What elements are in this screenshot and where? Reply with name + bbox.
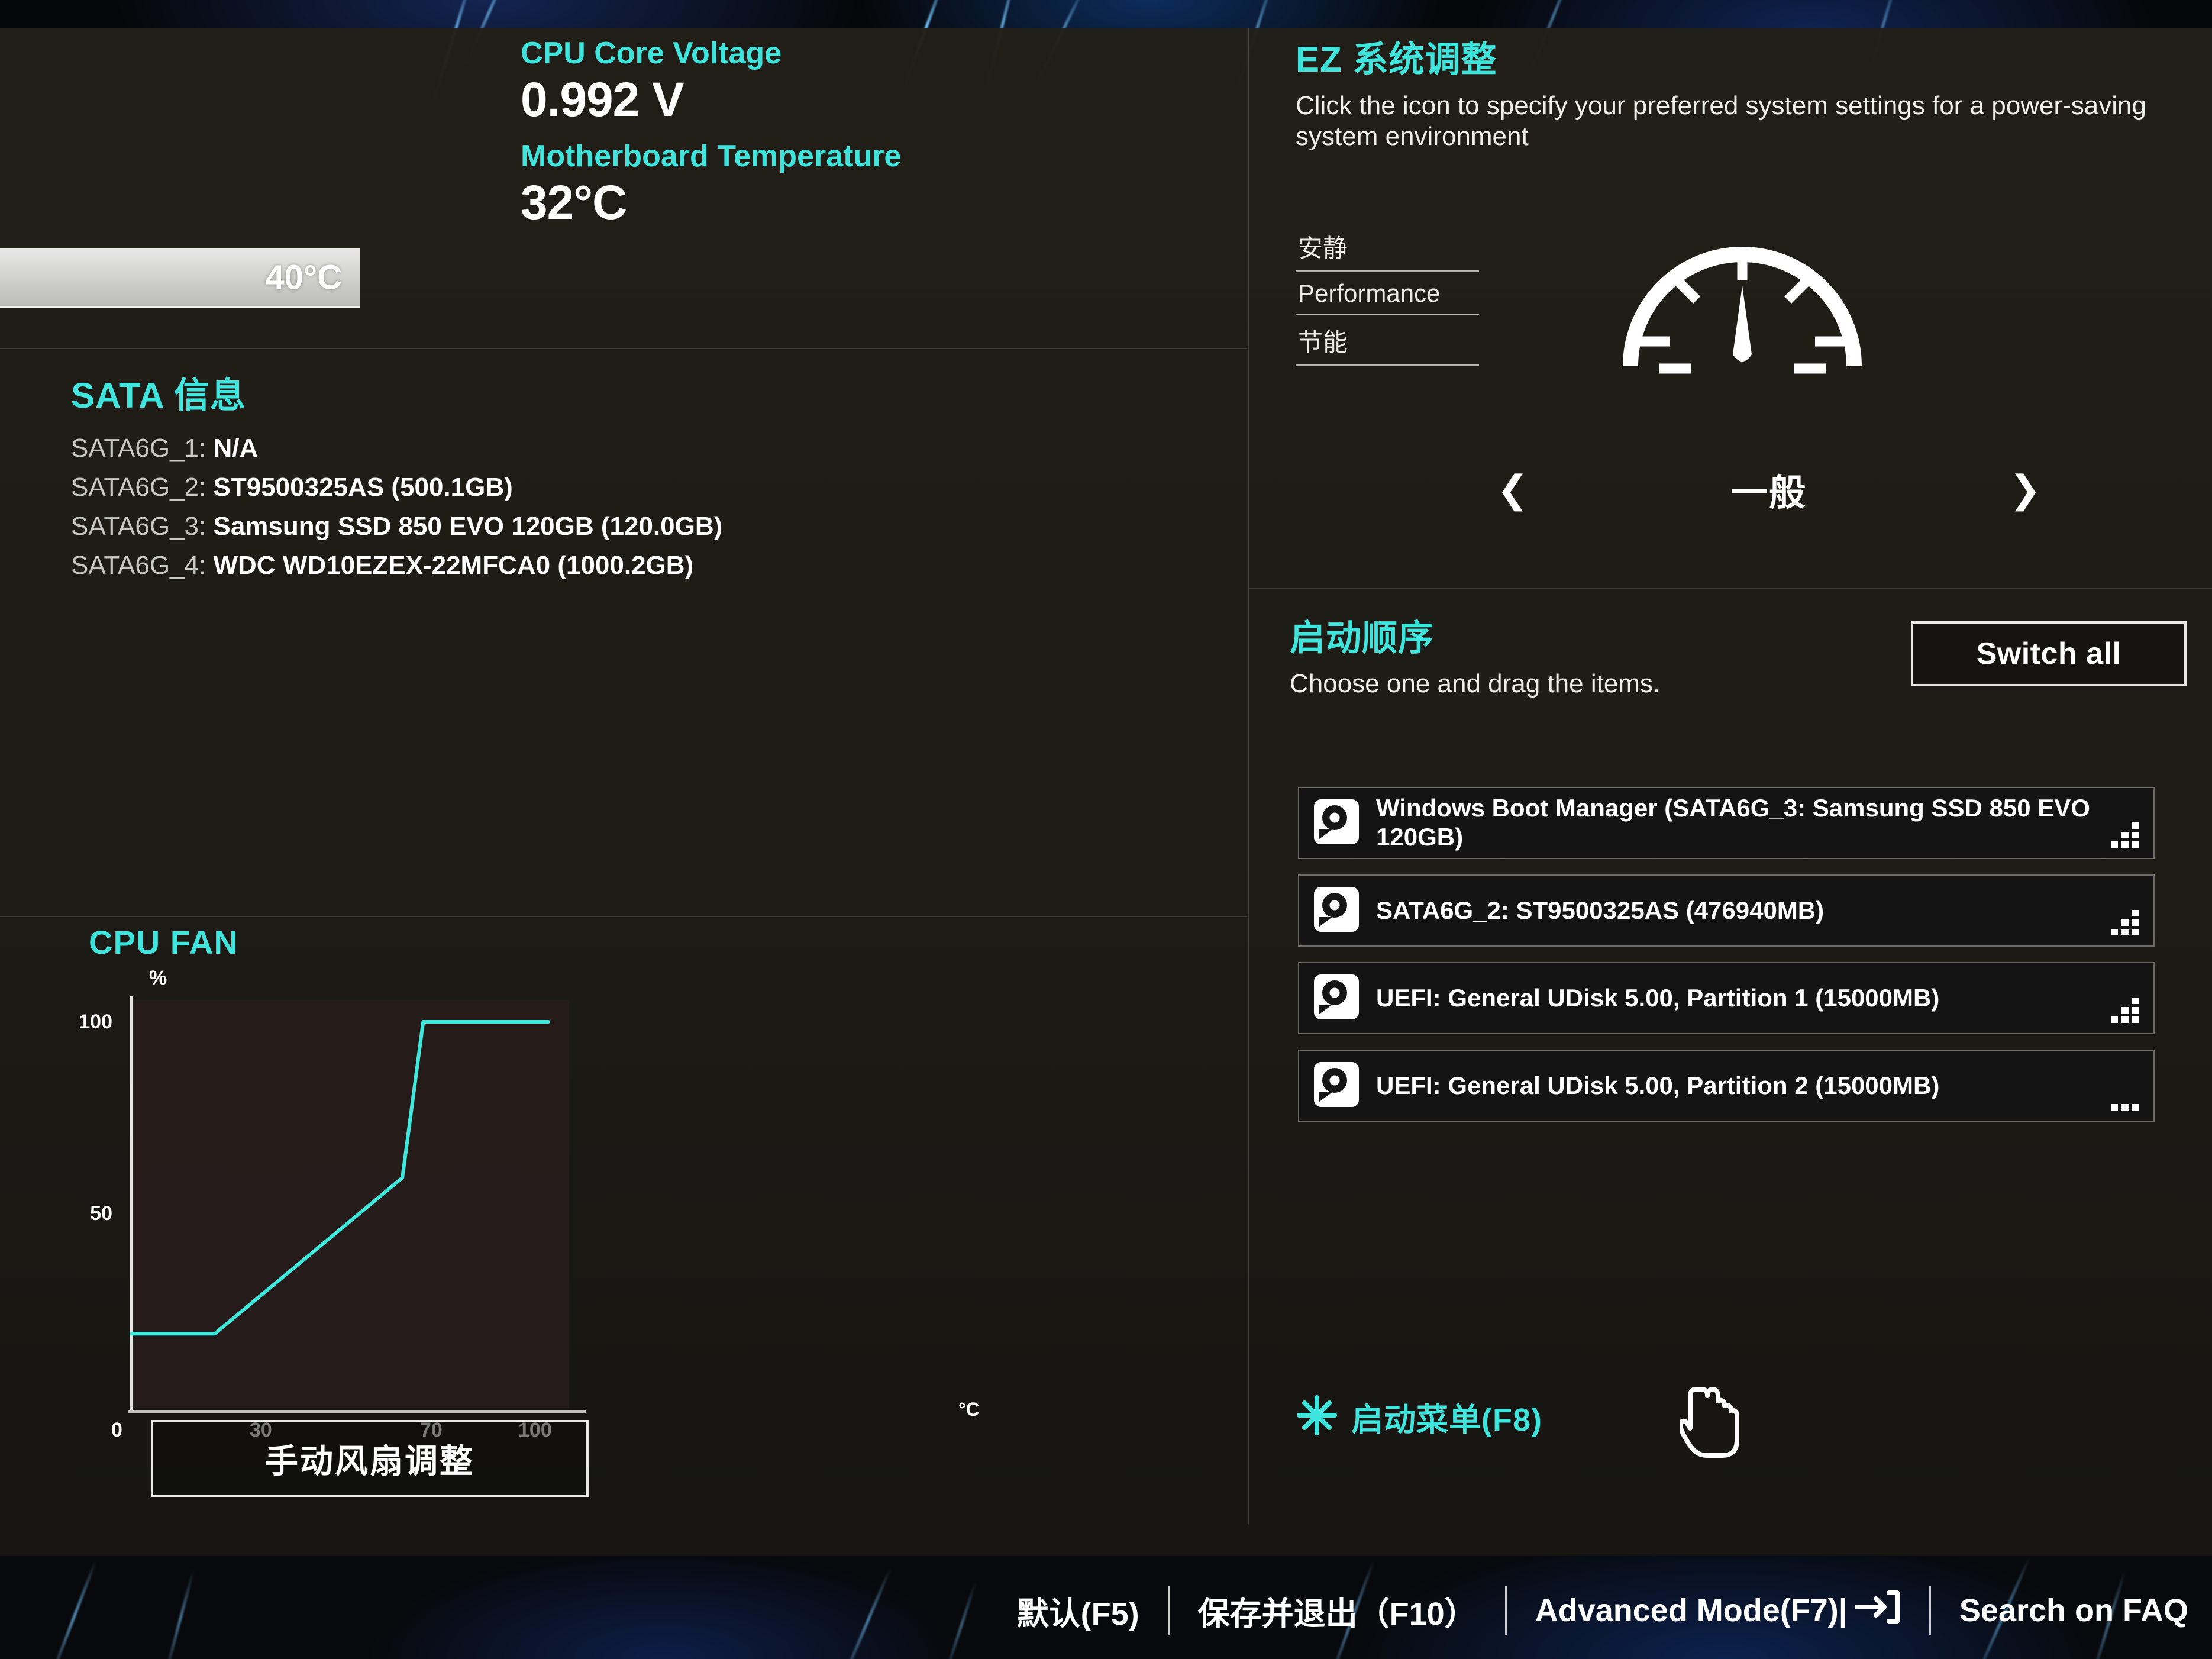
drag-handle-icon[interactable] bbox=[2110, 821, 2143, 848]
boot-list-item[interactable]: UEFI: General UDisk 5.00, Partition 1 (1… bbox=[1298, 962, 2155, 1034]
mode-separator bbox=[1296, 314, 1479, 315]
fan-y-axis-unit: % bbox=[149, 967, 167, 989]
switch-all-label: Switch all bbox=[1976, 637, 2121, 671]
sata-fan-divider bbox=[0, 916, 1247, 917]
boot-item-label: SATA6G_2: ST9500325AS (476940MB) bbox=[1376, 896, 1825, 924]
ez-boot-divider bbox=[1249, 588, 2212, 589]
motherboard-temperature-label: Motherboard Temperature bbox=[521, 139, 902, 173]
sata-panel-title: SATA 信息 bbox=[71, 376, 246, 415]
ez-tuning-title: EZ 系统调整 bbox=[1296, 40, 1497, 79]
chevron-right-icon[interactable]: ❯ bbox=[2009, 470, 2041, 508]
sata-device-name: N/A bbox=[213, 434, 259, 463]
ez-tuning-mode-switcher[interactable]: ❮ 一般 ❯ bbox=[1497, 463, 2041, 516]
ez-mode-label-performance: Performance bbox=[1298, 279, 1441, 307]
sata-row: SATA6G_2: ST9500325AS (500.1GB) bbox=[71, 473, 722, 502]
bottom-bar-separator bbox=[1929, 1586, 1931, 1635]
cpu-core-voltage-value: 0.992 V bbox=[521, 73, 684, 127]
sata-row: SATA6G_1: N/A bbox=[71, 434, 722, 463]
boot-item-label: Windows Boot Manager (SATA6G_3: Samsung … bbox=[1376, 794, 2090, 851]
mode-separator bbox=[1296, 364, 1479, 366]
search-on-faq-label: Search on FAQ bbox=[1959, 1593, 2188, 1628]
boot-item-label: UEFI: General UDisk 5.00, Partition 1 (1… bbox=[1376, 983, 1940, 1012]
save-and-exit-button[interactable]: 保存并退出（F10） bbox=[1198, 1587, 1477, 1634]
sata-port-label: SATA6G_4: bbox=[71, 551, 206, 580]
bottom-bar-separator bbox=[1167, 1586, 1170, 1635]
fan-x-tick: 0 bbox=[111, 1419, 122, 1441]
ez-tuning-current-mode: 一般 bbox=[1730, 473, 1807, 514]
hard-drive-icon bbox=[1313, 1061, 1360, 1111]
hard-drive-icon bbox=[1313, 974, 1360, 1023]
ez-system-tuning-panel: EZ 系统调整 Click the icon to specify your p… bbox=[1296, 31, 2195, 514]
sata-information-panel: SATA 信息 SATA6G_1: N/A SATA6G_2: ST950032… bbox=[71, 367, 722, 590]
bottom-function-bar: 默认(F5) 保存并退出（F10） Advanced Mode(F7)| Sea… bbox=[0, 1562, 2212, 1659]
chevron-left-icon[interactable]: ❮ bbox=[1497, 470, 1529, 508]
manual-fan-tuning-label: 手动风扇调整 bbox=[265, 1442, 474, 1480]
fan-y-tick: 100 bbox=[79, 1011, 112, 1033]
manual-fan-tuning-button[interactable]: 手动风扇调整 bbox=[151, 1420, 589, 1497]
boot-list-item[interactable]: Windows Boot Manager (SATA6G_3: Samsung … bbox=[1298, 787, 2155, 859]
cpu-fan-title: CPU FAN bbox=[89, 924, 238, 961]
speedometer-icon bbox=[1623, 247, 1862, 374]
boot-priority-panel: 启动顺序 Choose one and drag the items. Swit… bbox=[1290, 609, 2201, 1122]
ez-tuning-mode-legend: 安静 Performance 节能 bbox=[1296, 226, 1544, 371]
cpu-temperature-bar: 40°C bbox=[0, 248, 360, 308]
advanced-mode-label: Advanced Mode(F7)| bbox=[1535, 1593, 1848, 1628]
ez-tuning-description: Click the icon to specify your preferred… bbox=[1296, 91, 2146, 151]
advanced-mode-button[interactable]: Advanced Mode(F7)| bbox=[1535, 1589, 1901, 1632]
boot-device-list: Windows Boot Manager (SATA6G_3: Samsung … bbox=[1298, 787, 2155, 1137]
bottom-bar-separator bbox=[1504, 1586, 1507, 1635]
boot-menu-label: 启动菜单(F8) bbox=[1351, 1402, 1542, 1438]
panel-divider-vertical bbox=[1248, 28, 1249, 1525]
hard-drive-icon bbox=[1313, 886, 1360, 935]
mode-separator bbox=[1296, 270, 1479, 272]
sata-row: SATA6G_4: WDC WD10EZEX-22MFCA0 (1000.2GB… bbox=[71, 551, 722, 580]
cpu-temperature-value: 40°C bbox=[265, 258, 342, 296]
starburst-icon bbox=[1296, 1394, 1338, 1439]
drag-handle-icon[interactable] bbox=[2110, 1084, 2143, 1111]
ez-mode-label-powersaving: 节能 bbox=[1298, 328, 1348, 356]
motherboard-temperature-value: 32°C bbox=[521, 176, 627, 230]
sata-device-name: WDC WD10EZEX-22MFCA0 (1000.2GB) bbox=[213, 551, 694, 580]
arrow-into-bracket-icon bbox=[1854, 1589, 1901, 1632]
sata-row: SATA6G_3: Samsung SSD 850 EVO 120GB (120… bbox=[71, 512, 722, 541]
drag-handle-icon[interactable] bbox=[2110, 996, 2143, 1024]
voltage-temperature-widget: CPU Core Voltage 0.992 V Motherboard Tem… bbox=[521, 35, 901, 241]
cpu-temperature-widget: ature 40°C bbox=[0, 0, 485, 337]
defaults-label: 默认(F5) bbox=[1016, 1596, 1139, 1632]
boot-list-item[interactable]: SATA6G_2: ST9500325AS (476940MB) bbox=[1298, 874, 2155, 947]
boot-item-label: UEFI: General UDisk 5.00, Partition 2 (1… bbox=[1376, 1071, 1940, 1099]
ez-mode-label-quiet: 安静 bbox=[1298, 234, 1348, 262]
sata-port-label: SATA6G_2: bbox=[71, 473, 206, 502]
drag-handle-icon[interactable] bbox=[2110, 909, 2143, 936]
save-and-exit-label: 保存并退出（F10） bbox=[1197, 1596, 1477, 1632]
cpu-fan-curve-chart[interactable] bbox=[118, 994, 1018, 1420]
sata-port-label: SATA6G_3: bbox=[71, 512, 206, 541]
boot-list-item[interactable]: UEFI: General UDisk 5.00, Partition 2 (1… bbox=[1298, 1050, 2155, 1122]
sata-device-name: ST9500325AS (500.1GB) bbox=[213, 473, 513, 502]
sata-port-label: SATA6G_1: bbox=[71, 434, 206, 463]
fan-y-tick: 50 bbox=[90, 1202, 112, 1225]
sata-device-name: Samsung SSD 850 EVO 120GB (120.0GB) bbox=[213, 512, 723, 541]
cpu-core-voltage-label: CPU Core Voltage bbox=[521, 36, 782, 70]
ez-tuning-gauge[interactable] bbox=[1615, 229, 1869, 380]
hard-drive-icon bbox=[1313, 799, 1360, 848]
boot-menu-link[interactable]: 启动菜单(F8) bbox=[1296, 1393, 1542, 1440]
defaults-button[interactable]: 默认(F5) bbox=[1017, 1587, 1139, 1634]
mouse-cursor-pointer bbox=[1678, 1384, 1745, 1464]
sensor-sata-divider bbox=[0, 348, 1247, 349]
search-on-faq-button[interactable]: Search on FAQ bbox=[1959, 1592, 2188, 1629]
switch-all-button[interactable]: Switch all bbox=[1911, 621, 2187, 686]
